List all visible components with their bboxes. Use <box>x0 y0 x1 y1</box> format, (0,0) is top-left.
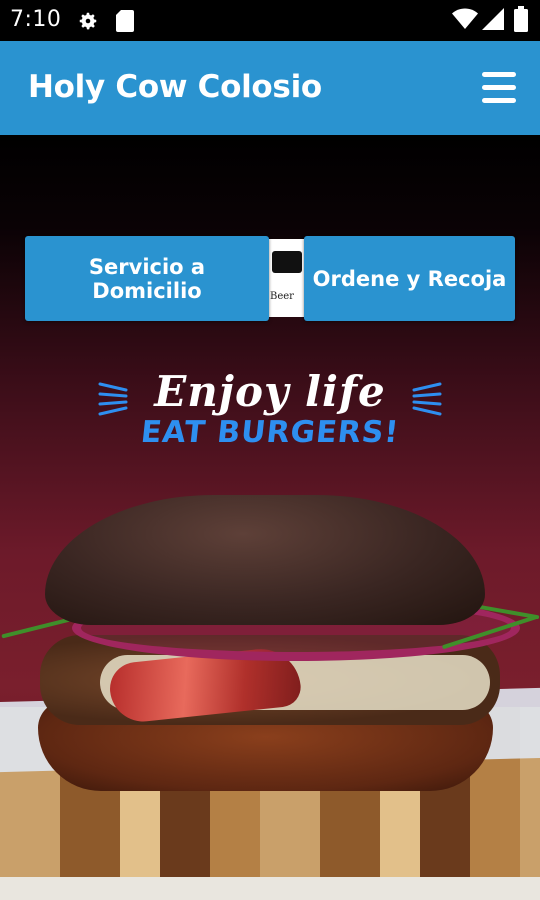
status-bar: 7:10 <box>0 0 540 41</box>
pickup-button[interactable]: Ordene y Recoja <box>304 236 515 321</box>
app-bar: Holy Cow Colosio <box>0 41 540 135</box>
hero-banner: Beer Servicio a Domicilio Ordene y Recoj… <box>0 135 540 900</box>
slogan-eat-burgers: EAT BURGERS! <box>139 415 401 450</box>
slogan-enjoy-life: Enjoy life <box>154 367 386 416</box>
brand-logo: Beer <box>268 239 306 317</box>
app-title: Holy Cow Colosio <box>28 69 322 105</box>
wifi-icon <box>452 8 478 29</box>
sd-card-icon <box>116 10 134 32</box>
hamburger-menu-icon[interactable] <box>478 69 520 107</box>
status-time: 7:10 <box>10 7 62 32</box>
logo-text: Beer <box>270 291 294 302</box>
bun-top <box>45 495 485 625</box>
gear-icon <box>79 12 97 30</box>
signal-icon <box>482 8 504 30</box>
delivery-button[interactable]: Servicio a Domicilio <box>25 236 269 321</box>
table-edge <box>0 877 540 900</box>
battery-icon <box>514 6 528 32</box>
